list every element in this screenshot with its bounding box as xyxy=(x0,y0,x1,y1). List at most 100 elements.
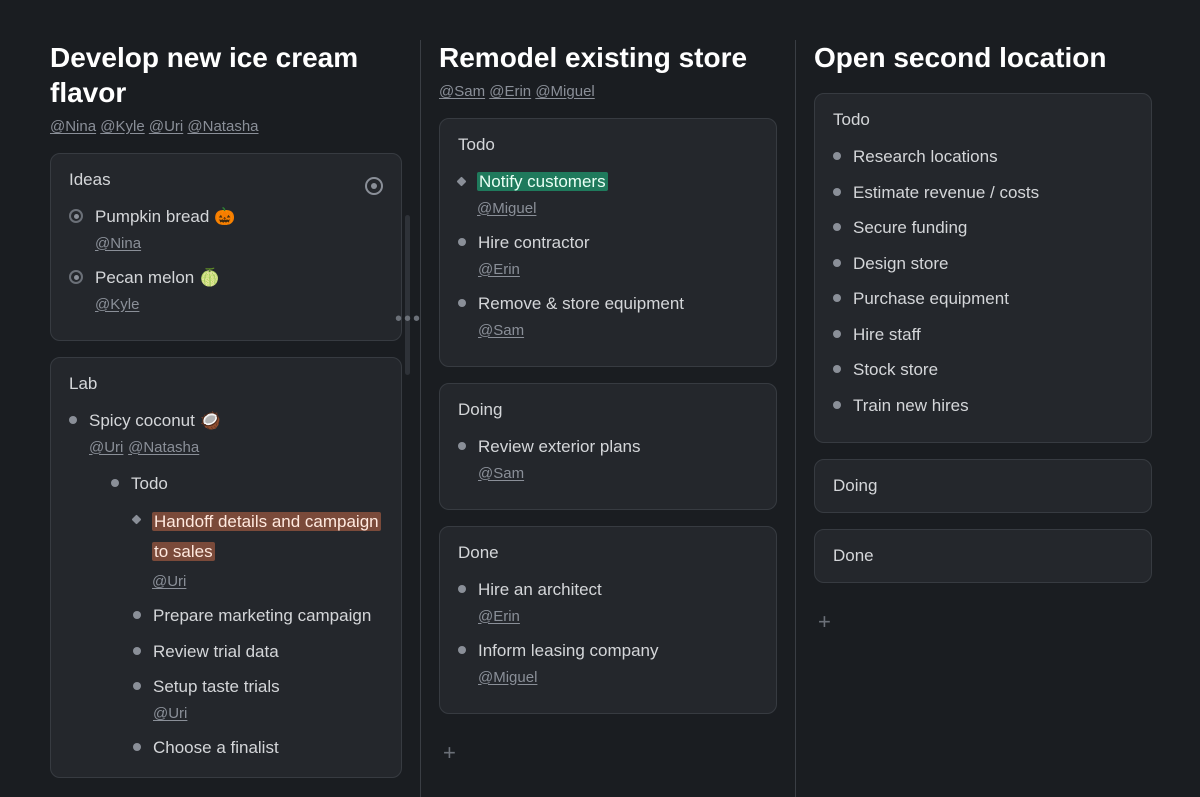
mention-link[interactable]: @Kyle xyxy=(95,294,139,317)
card-lab[interactable]: Lab Spicy coconut 🥥 @Uri @Natasha Todo xyxy=(50,357,402,778)
list-item[interactable]: Prepare marketing campaign xyxy=(133,601,383,631)
more-menu-icon[interactable]: ••• xyxy=(395,308,422,331)
mention-link[interactable]: @Sam xyxy=(478,320,524,343)
card-doing[interactable]: Doing xyxy=(814,459,1152,513)
bullet-icon xyxy=(458,442,466,450)
list-item[interactable]: Remove & store equipment @Sam xyxy=(458,289,758,344)
card-done[interactable]: Done Hire an architect @Erin Inform leas… xyxy=(439,526,777,714)
assignee-link[interactable]: @Uri xyxy=(149,118,183,135)
bullet-icon xyxy=(833,152,841,160)
add-card-button[interactable]: + xyxy=(814,603,1152,641)
item-text: Setup taste trials xyxy=(153,677,280,696)
bullet-icon xyxy=(133,611,141,619)
assignee-link[interactable]: @Erin xyxy=(489,83,531,100)
assignee-link[interactable]: @Nina xyxy=(50,118,96,135)
card-doing[interactable]: Doing Review exterior plans @Sam xyxy=(439,383,777,510)
assignee-link[interactable]: @Kyle xyxy=(100,118,144,135)
section-title: Todo xyxy=(131,474,168,493)
column-title: Develop new ice cream flavor xyxy=(50,40,402,110)
list-item[interactable]: Notify customers @Miguel xyxy=(458,167,758,222)
list-item[interactable]: Choose a finalist xyxy=(133,733,383,763)
column-title: Remodel existing store xyxy=(439,40,777,75)
card-todo[interactable]: Todo Notify customers @Miguel Hire contr… xyxy=(439,118,777,367)
card-title: Todo xyxy=(833,110,1133,130)
item-text: Handoff details and campaign to sales xyxy=(152,512,381,562)
radio-icon[interactable] xyxy=(365,177,383,195)
card-title: Ideas xyxy=(69,170,111,190)
mention-link[interactable]: @Miguel xyxy=(478,667,537,690)
item-text: Review trial data xyxy=(153,642,279,661)
mention-link[interactable]: @Nina xyxy=(95,233,141,256)
card-title: Doing xyxy=(833,476,1133,496)
bullet-icon xyxy=(458,299,466,307)
radio-bullet-icon xyxy=(69,270,83,284)
column-assignees: @Sam @Erin @Miguel xyxy=(439,83,777,100)
list-item[interactable]: Estimate revenue / costs xyxy=(833,178,1133,208)
card-title: Todo xyxy=(458,135,758,155)
list-item[interactable]: Spicy coconut 🥥 @Uri @Natasha Todo xyxy=(69,406,383,771)
column-title: Open second location xyxy=(814,40,1152,75)
list-item[interactable]: Pecan melon 🍈 @Kyle xyxy=(69,263,383,318)
list-item[interactable]: Setup taste trials @Uri xyxy=(133,672,383,727)
item-text: Spicy coconut 🥥 xyxy=(89,411,221,430)
bullet-icon xyxy=(111,479,119,487)
list-item[interactable]: Purchase equipment xyxy=(833,284,1133,314)
bullet-icon xyxy=(133,682,141,690)
bullet-icon xyxy=(833,401,841,409)
item-text: Hire contractor xyxy=(478,233,589,252)
item-text: Purchase equipment xyxy=(853,289,1009,308)
list-item[interactable]: Hire staff xyxy=(833,320,1133,350)
add-card-button[interactable]: + xyxy=(439,734,777,772)
card-title: Done xyxy=(833,546,1133,566)
list-item[interactable]: Todo xyxy=(111,469,383,499)
item-text: Hire staff xyxy=(853,325,921,344)
list-item[interactable]: Research locations xyxy=(833,142,1133,172)
diamond-bullet-icon xyxy=(132,514,142,524)
item-text: Train new hires xyxy=(853,396,969,415)
mention-link[interactable]: @Uri xyxy=(153,703,187,726)
list-item[interactable]: Review exterior plans @Sam xyxy=(458,432,758,487)
list-item[interactable]: Secure funding xyxy=(833,213,1133,243)
item-text: Research locations xyxy=(853,147,998,166)
item-text: Notify customers xyxy=(477,172,608,191)
mention-link[interactable]: @Uri xyxy=(152,571,186,594)
list-item[interactable]: Design store xyxy=(833,249,1133,279)
list-item[interactable]: Train new hires xyxy=(833,391,1133,421)
column-open-location: Open second location Todo Research locat… xyxy=(796,40,1170,797)
list-item[interactable]: Pumpkin bread 🎃 @Nina xyxy=(69,202,383,257)
list-item[interactable]: Handoff details and campaign to sales @U… xyxy=(133,505,383,596)
bullet-icon xyxy=(833,294,841,302)
bullet-icon xyxy=(833,365,841,373)
card-ideas[interactable]: Ideas Pumpkin bread 🎃 @Nina Pecan melon … xyxy=(50,153,402,341)
mention-link[interactable]: @Erin xyxy=(478,606,520,629)
bullet-icon xyxy=(458,238,466,246)
assignee-link[interactable]: @Miguel xyxy=(535,83,594,100)
bullet-icon xyxy=(458,585,466,593)
mention-link[interactable]: @Uri xyxy=(89,437,123,460)
mention-link[interactable]: @Natasha xyxy=(128,437,199,460)
list-item[interactable]: Review trial data xyxy=(133,637,383,667)
item-text: Remove & store equipment xyxy=(478,294,684,313)
card-todo[interactable]: Todo Research locations Estimate revenue… xyxy=(814,93,1152,443)
bullet-icon xyxy=(833,259,841,267)
assignee-link[interactable]: @Sam xyxy=(439,83,485,100)
mention-link[interactable]: @Erin xyxy=(478,259,520,282)
mention-link[interactable]: @Miguel xyxy=(477,198,536,221)
list-item[interactable]: Inform leasing company @Miguel xyxy=(458,636,758,691)
bullet-icon xyxy=(458,646,466,654)
item-text: Pumpkin bread 🎃 xyxy=(95,207,235,226)
list-item[interactable]: Stock store xyxy=(833,355,1133,385)
bullet-icon xyxy=(833,188,841,196)
item-text: Secure funding xyxy=(853,218,967,237)
item-text: Estimate revenue / costs xyxy=(853,183,1039,202)
drag-handle[interactable] xyxy=(405,215,410,375)
list-item[interactable]: Hire contractor @Erin xyxy=(458,228,758,283)
card-done[interactable]: Done xyxy=(814,529,1152,583)
list-item[interactable]: Hire an architect @Erin xyxy=(458,575,758,630)
bullet-icon xyxy=(69,416,77,424)
radio-bullet-icon xyxy=(69,209,83,223)
item-text: Choose a finalist xyxy=(153,738,279,757)
column-develop-flavor: Develop new ice cream flavor @Nina @Kyle… xyxy=(50,40,420,797)
assignee-link[interactable]: @Natasha xyxy=(187,118,258,135)
mention-link[interactable]: @Sam xyxy=(478,463,524,486)
